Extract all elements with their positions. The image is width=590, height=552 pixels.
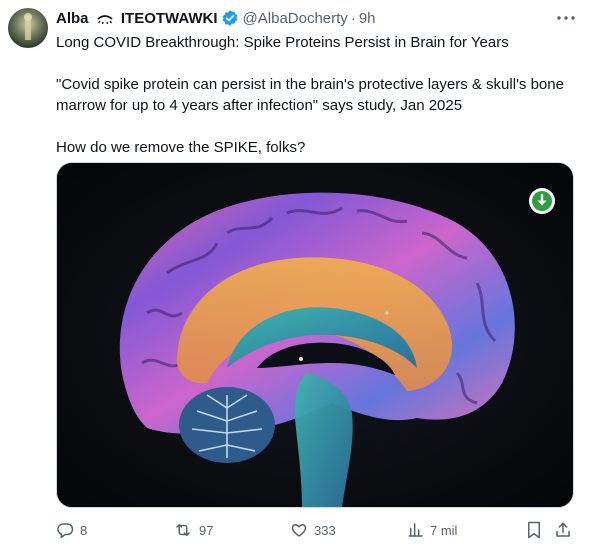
like-icon <box>290 521 308 539</box>
reply-icon <box>56 521 74 539</box>
author-handle[interactable]: @AlbaDocherty <box>243 10 348 27</box>
more-icon[interactable] <box>556 10 576 26</box>
repost-count: 97 <box>199 522 214 538</box>
tweet-text-line: Long COVID Breakthrough: Spike Proteins … <box>56 34 509 51</box>
author-name[interactable]: Alba ITEOTWAWKI <box>56 10 218 27</box>
share-button[interactable] <box>554 518 572 542</box>
bookmark-button[interactable] <box>526 518 542 542</box>
like-count: 333 <box>314 522 336 538</box>
avatar[interactable] <box>8 8 48 48</box>
verified-icon <box>221 9 239 27</box>
views-icon <box>408 522 424 538</box>
author-name-second: ITEOTWAWKI <box>120 9 218 27</box>
views-count: 7 mil <box>430 522 458 538</box>
repost-button[interactable]: 97 <box>173 518 213 542</box>
reply-button[interactable]: 8 <box>56 518 87 542</box>
tweet-text-line: How do we remove the SPIKE, folks? <box>56 139 306 156</box>
author-name-first: Alba <box>56 9 89 27</box>
download-icon[interactable] <box>529 188 555 214</box>
share-icon <box>554 521 572 539</box>
bookmark-icon <box>526 521 542 539</box>
tweet: Alba ITEOTWAWKI @AlbaDocherty · 9h Long … <box>0 0 590 552</box>
eye-icon <box>97 10 113 27</box>
tweet-text: Long COVID Breakthrough: Spike Proteins … <box>56 32 576 158</box>
action-bar: 8 97 333 7 mil <box>56 518 576 542</box>
views-button[interactable]: 7 mil <box>408 518 457 542</box>
separator-dot: · <box>350 9 356 27</box>
like-button[interactable]: 333 <box>290 518 336 542</box>
tweet-text-line: "Covid spike protein can persist in the … <box>56 76 564 114</box>
reply-count: 8 <box>80 522 88 538</box>
tweet-header: Alba ITEOTWAWKI @AlbaDocherty · 9h <box>56 8 376 28</box>
timestamp[interactable]: 9h <box>359 10 376 27</box>
tweet-image[interactable] <box>56 162 574 508</box>
repost-icon <box>173 521 193 539</box>
